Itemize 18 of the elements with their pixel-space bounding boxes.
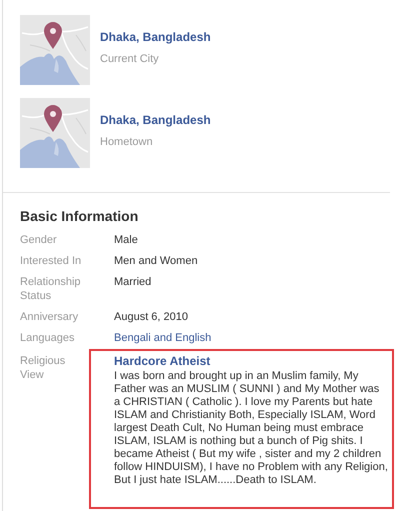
field-link[interactable]: Hardcore Atheist [114,354,388,368]
description-text: I was born and brought up in an Muslim family, My Father was an MUSLIM ( SUNNI ) and My Mother was a CHRISTIAN ( Catholic ). I love my Parents but hate ISLAM and Christianity Both, Especially ISLAM, Word largest Death Cult, No Human being must embrace ISLAM, ISLAM is nothing but a bunch of Pig shits. I became Atheist ( But my wife , sister and my 2 children follow HINDUISM), I have no Problem with any Religion, But I just hate ISLAM......Death to ISLAM. [114,370,388,487]
place-caption: Current City [100,52,160,68]
field-value: Male [114,233,138,247]
field-label: Relationship Status [20,275,82,303]
field-label: Religious View [20,354,66,382]
field-label: Languages [20,331,76,345]
field-link[interactable]: Bengali and English [114,331,212,345]
place-link[interactable]: Dhaka, Bangladesh [100,28,211,46]
field-value: Married [114,275,152,289]
field-label: Gender [20,233,58,247]
field-label: Anniversary [20,310,80,324]
field-value: Men and Women [114,254,198,268]
section-title: Basic Information [20,207,140,226]
place-link[interactable]: Dhaka, Bangladesh [100,111,211,130]
place-caption: Hometown [100,135,154,150]
field-label: Interested In [20,254,82,268]
field-value: August 6, 2010 [114,310,188,324]
